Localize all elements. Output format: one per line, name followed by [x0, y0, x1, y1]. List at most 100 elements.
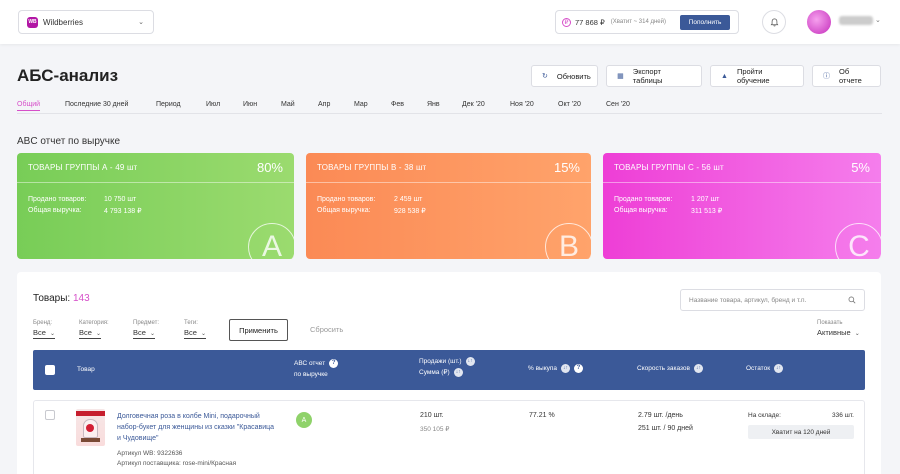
help-icon[interactable]: ? — [329, 358, 339, 368]
bell-icon — [770, 18, 778, 26]
apply-button[interactable]: Применить — [229, 319, 288, 341]
search-icon[interactable] — [848, 296, 856, 304]
training-button[interactable]: ▲ Пройти обучение — [710, 65, 804, 87]
tab-dec-20[interactable]: Дек '20 — [462, 101, 485, 108]
period-tabs: Общий Последние 30 дней Период Июл Июн М… — [17, 100, 882, 114]
group-letter: B — [545, 223, 591, 259]
abc-grade-badge: A — [296, 412, 312, 428]
group-c-card: ТОВАРЫ ГРУППЫ С - 56 шт 5% Продано товар… — [603, 153, 881, 259]
tab-sep-20[interactable]: Сен '20 — [606, 101, 630, 108]
about-report-button[interactable]: ⓘ Об отчете — [812, 65, 881, 87]
tab-general[interactable]: Общий — [17, 101, 41, 111]
tab-period[interactable]: Период — [156, 101, 181, 108]
column-abc[interactable]: АВС отчет? по выручке — [294, 358, 339, 380]
card-percent: 15% — [553, 160, 580, 175]
filter-value[interactable]: Все ⌄ — [184, 328, 206, 339]
sort-icon[interactable]: ↓↑ — [453, 367, 463, 377]
topup-button[interactable]: Пополнить — [680, 15, 730, 30]
tab-may[interactable]: Май — [281, 101, 295, 108]
revenue-value: 4 793 138 ₽ — [104, 208, 142, 215]
filter-value-text: Все — [184, 328, 197, 337]
column-stock[interactable]: Остаток ↓↑ — [746, 363, 784, 374]
tags-filter[interactable]: Теги: Все ⌄ — [184, 320, 206, 339]
tab-nov-20[interactable]: Ноя '20 — [510, 101, 534, 108]
reset-link[interactable]: Сбросить — [310, 325, 343, 334]
about-label: Об отчете — [839, 67, 862, 85]
user-name-blurred[interactable] — [839, 16, 873, 25]
row-checkbox[interactable] — [45, 410, 55, 420]
products-count: 143 — [72, 293, 90, 304]
brand-filter[interactable]: Бренд: Все ⌄ — [33, 320, 55, 339]
filter-value[interactable]: Активные ⌄ — [817, 328, 860, 338]
revenue-value: 311 513 ₽ — [691, 208, 723, 215]
filter-value[interactable]: Все ⌄ — [79, 328, 101, 339]
filter-value[interactable]: Все ⌄ — [133, 328, 155, 339]
subject-filter[interactable]: Предмет: Все ⌄ — [133, 320, 159, 339]
filter-value-text: Все — [133, 328, 146, 337]
column-speed-label: Скорость заказов — [637, 365, 690, 372]
export-table-button[interactable]: ▦ Экспорт таблицы — [606, 65, 702, 87]
balance-widget: ₽ 77 868 ₽ (Хватит ~ 314 дней) Пополнить — [555, 10, 739, 34]
sort-icon[interactable]: ↓↑ — [774, 363, 784, 373]
user-avatar[interactable] — [807, 10, 831, 34]
column-abc-line2: по выручке — [294, 371, 328, 378]
sort-icon[interactable]: ↓↑ — [465, 356, 475, 366]
column-sales[interactable]: Продажи (шт.) ↓↑ Сумма (₽) ↓↑ — [419, 356, 475, 378]
stock-label: На складе: — [748, 412, 781, 419]
speed-per-period: 251 шт. / 90 дней — [638, 425, 693, 432]
article-wb: Артикул WB: 9322636 — [117, 450, 183, 457]
table-row: Долговечная роза в колбе Mini, подарочны… — [33, 400, 865, 474]
column-speed[interactable]: Скорость заказов ↓↑ — [637, 363, 703, 374]
card-title: ТОВАРЫ ГРУППЫ В - 38 шт — [317, 163, 427, 172]
column-buyout-label: % выкупа — [528, 365, 558, 372]
card-header: ТОВАРЫ ГРУППЫ А - 49 шт 80% — [17, 153, 294, 183]
tab-jan[interactable]: Янв — [427, 101, 440, 108]
sold-label: Продано товаров: — [614, 196, 673, 203]
category-filter[interactable]: Категория: Все ⌄ — [79, 320, 109, 339]
chevron-down-icon[interactable]: ⌄ — [875, 16, 881, 24]
refresh-label: Обновить — [556, 71, 591, 81]
sold-value: 2 459 шт — [394, 196, 423, 203]
chevron-down-icon: ⌄ — [138, 19, 144, 26]
card-percent: 5% — [851, 160, 870, 175]
sort-icon[interactable]: ↓↑ — [693, 363, 703, 373]
refresh-button[interactable]: ↻ Обновить — [531, 65, 598, 87]
page-title: АБС-анализ — [17, 66, 119, 85]
balance-note: (Хватит ~ 314 дней) — [610, 19, 666, 25]
search-input[interactable] — [689, 294, 839, 306]
tab-jun[interactable]: Июн — [243, 101, 257, 108]
store-select[interactable]: WB Wildberries ⌄ — [18, 10, 154, 34]
column-product[interactable]: Товар — [77, 364, 95, 375]
table-header: Товар АВС отчет? по выручке Продажи (шт.… — [33, 350, 865, 390]
tab-jul[interactable]: Июл — [206, 101, 220, 108]
filter-value-text: Активные — [817, 328, 851, 337]
column-buyout[interactable]: % выкупа ↓↑? — [528, 363, 584, 374]
speed-per-day: 2.79 шт. /день — [638, 412, 683, 419]
group-a-card: ТОВАРЫ ГРУППЫ А - 49 шт 80% Продано това… — [17, 153, 294, 259]
product-name-link[interactable]: Долговечная роза в колбе Mini, подарочны… — [117, 411, 277, 444]
select-all-checkbox[interactable] — [45, 365, 55, 375]
tab-last-30-days[interactable]: Последние 30 дней — [65, 101, 128, 108]
filter-label: Категория: — [79, 320, 109, 326]
tab-oct-20[interactable]: Окт '20 — [558, 101, 581, 108]
tab-apr[interactable]: Апр — [318, 101, 330, 108]
chevron-down-icon: ⌄ — [200, 331, 206, 337]
tab-mar[interactable]: Мар — [354, 101, 368, 108]
card-header: ТОВАРЫ ГРУППЫ В - 38 шт 15% — [306, 153, 591, 183]
filter-value-text: Все — [33, 328, 46, 337]
stock-days-badge: Хватит на 120 дней — [748, 425, 854, 439]
products-title: Товары: — [33, 293, 71, 304]
buyout-percent: 77.21 % — [529, 412, 555, 419]
product-image[interactable] — [76, 409, 105, 446]
card-title: ТОВАРЫ ГРУППЫ С - 56 шт — [614, 163, 724, 172]
export-icon: ▦ — [617, 72, 624, 80]
tab-feb[interactable]: Фев — [391, 101, 404, 108]
notifications-button[interactable] — [762, 10, 786, 34]
revenue-label: Общая выручка: — [28, 207, 82, 214]
filter-value[interactable]: Все ⌄ — [33, 328, 55, 339]
help-icon[interactable]: ? — [574, 363, 584, 373]
chevron-down-icon: ⌄ — [95, 331, 101, 337]
sort-icon[interactable]: ↓↑ — [561, 363, 571, 373]
products-heading: Товары: 143 — [33, 293, 90, 304]
show-filter[interactable]: Показать Активные ⌄ — [817, 320, 860, 338]
